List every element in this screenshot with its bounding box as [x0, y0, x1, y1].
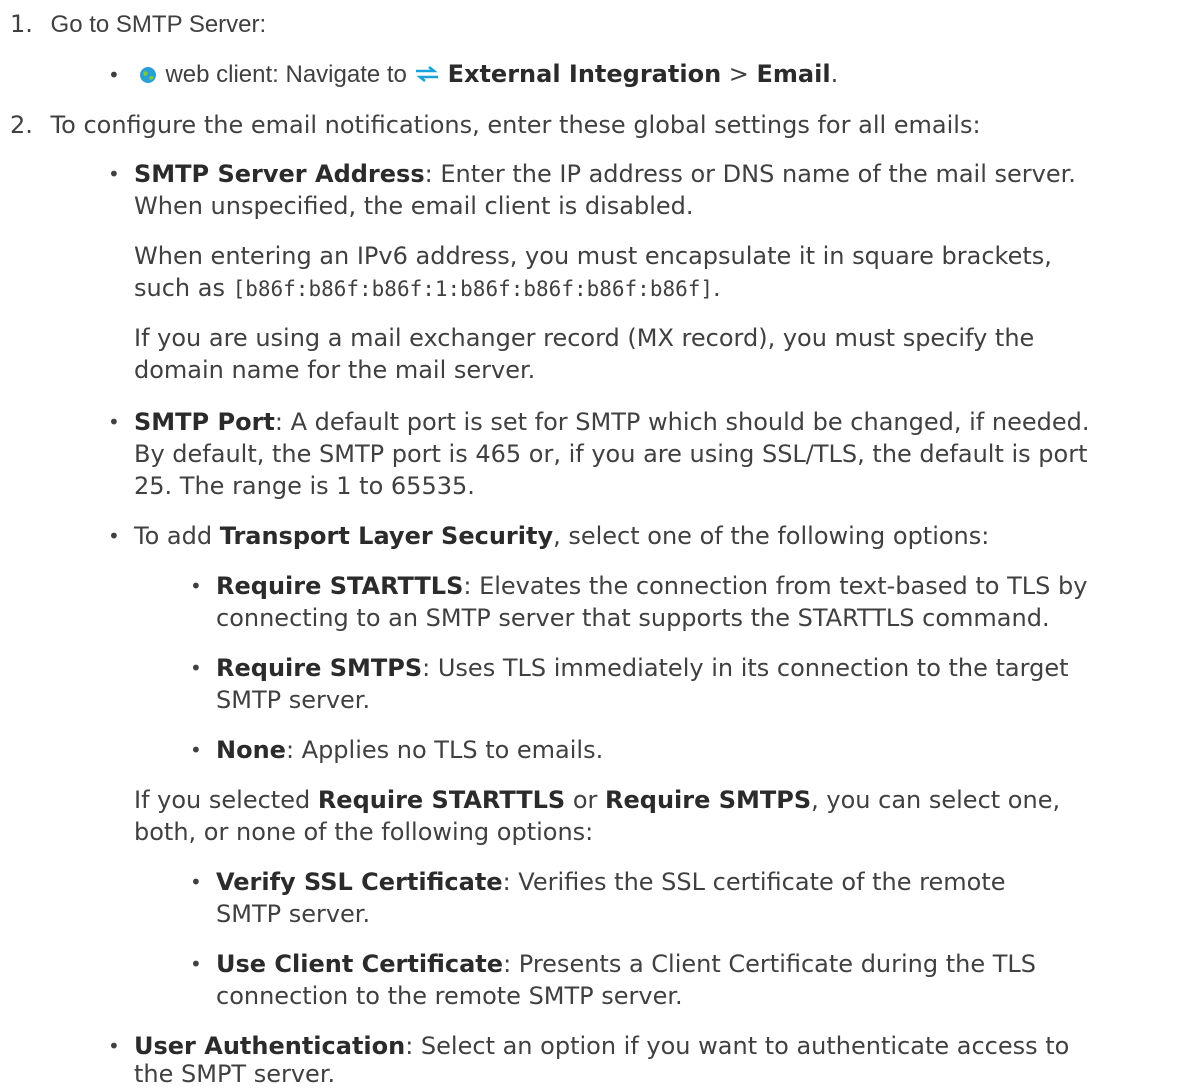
bullet: • [108, 1034, 120, 1058]
smtp-port-line-2: By default, the SMTP port is 465 or, if … [134, 440, 1088, 468]
bullet: • [190, 952, 202, 976]
cert-option-label: Use Client Certificate [216, 950, 504, 978]
if-or: or [565, 786, 605, 814]
tls-option-starttls-line-2: connecting to an SMTP server that suppor… [216, 604, 1050, 632]
smtp-port-desc: : A default port is set for SMTP which s… [274, 408, 1090, 436]
cert-option-verify-line-1: Verify SSL Certificate: Verifies the SSL… [216, 866, 1006, 898]
tls-option-desc: : Elevates the connection from text-base… [463, 572, 1088, 600]
cert-option-verify-line-2: SMTP server. [216, 900, 371, 928]
bullet: • [108, 410, 120, 434]
exchange-arrows-icon [415, 65, 438, 83]
step-number: 2. [10, 111, 33, 139]
tls-option-desc: : Applies no TLS to emails. [285, 736, 604, 764]
if-smtps: Require SMTPS [605, 786, 812, 814]
tls-option-smtps-line-2: SMTP server. [216, 686, 371, 714]
bullet: • [108, 162, 120, 186]
tls-option-desc: : Uses TLS immediately in its connection… [422, 654, 1069, 682]
bullet: • [190, 738, 202, 762]
tls-post: , select one of the following options: [553, 522, 990, 550]
step-2: 2. To configure the email notifications,… [10, 109, 981, 141]
tls-option-starttls-line-1: Require STARTTLS: Elevates the connectio… [216, 570, 1087, 602]
bullet: • [108, 63, 120, 87]
tls-intro: To add Transport Layer Security, select … [134, 520, 989, 552]
bullet: • [190, 574, 202, 598]
globe-icon [140, 67, 157, 83]
user-auth-label: User Authentication [134, 1032, 406, 1060]
mx-line-1: If you are using a mail exchanger record… [134, 324, 1035, 352]
smtp-port-label: SMTP Port [134, 408, 275, 436]
nav-external-integration: External Integration [447, 60, 722, 88]
cert-option-desc: : Presents a Client Certificate during t… [503, 950, 1037, 978]
ipv6-line-2: such as [b86f:b86f:b86f:1:b86f:b86f:b86f… [134, 272, 721, 305]
cert-option-client-line-1: Use Client Certificate: Presents a Clien… [216, 948, 1036, 980]
cert-option-label: Verify SSL Certificate [216, 868, 503, 896]
tls-option-none: None: Applies no TLS to emails. [216, 734, 603, 766]
bullet: • [190, 656, 202, 680]
nav-end: . [830, 60, 839, 88]
if-starttls: Require STARTTLS [317, 786, 566, 814]
tls-label: Transport Layer Security [219, 522, 554, 550]
tls-option-label: Require STARTTLS [216, 572, 464, 600]
bullet: • [108, 524, 120, 548]
cert-option-desc: : Verifies the SSL certificate of the re… [502, 868, 1006, 896]
tls-pre: To add [134, 522, 220, 550]
tls-option-label: None [216, 736, 286, 764]
ipv6-such: such as [134, 274, 233, 302]
smtp-address-desc: : Enter the IP address or DNS name of th… [424, 160, 1076, 188]
ipv6-end: . [713, 274, 721, 302]
bullet: • [190, 870, 202, 894]
smtp-port-line-1: SMTP Port: A default port is set for SMT… [134, 406, 1089, 438]
smtp-address-label: SMTP Server Address [134, 160, 425, 188]
tls-option-label: Require SMTPS [216, 654, 423, 682]
step-number: 1. [10, 10, 33, 38]
if-selected-line-1: If you selected Require STARTTLS or Requ… [134, 784, 1060, 816]
mx-line-2: domain name for the mail server. [134, 356, 536, 384]
step-1: 1. Go to SMTP Server: [10, 8, 266, 41]
step-text: Go to SMTP Server: [50, 11, 267, 38]
ipv6-example: [b86f:b86f:b86f:1:b86f:b86f:b86f:b86f] [232, 277, 714, 301]
smtp-address-line-1: SMTP Server Address: Enter the IP addres… [134, 158, 1076, 190]
smtp-address-line-2: When unspecified, the email client is di… [134, 192, 694, 220]
if-pre: If you selected [134, 786, 318, 814]
if-selected-line-2: both, or none of the following options: [134, 818, 594, 846]
nav-email: Email [756, 60, 831, 88]
smtp-port-line-3: 25. The range is 1 to 65535. [134, 472, 475, 500]
step-text: To configure the email notifications, en… [50, 111, 981, 139]
tls-option-smtps-line-1: Require SMTPS: Uses TLS immediately in i… [216, 652, 1069, 684]
ipv6-line-1: When entering an IPv6 address, you must … [134, 242, 1052, 270]
user-auth-line-2: the SMPT server. [134, 1060, 336, 1088]
if-post: , you can select one, [811, 786, 1061, 814]
web-client-text: web client: Navigate to [165, 61, 414, 88]
step-1-sub-item: • web client: Navigate to External Integ… [108, 58, 838, 91]
nav-separator: > [721, 60, 757, 88]
cert-option-client-line-2: connection to the remote SMTP server. [216, 982, 683, 1010]
user-auth-desc: : Select an option if you want to authen… [405, 1032, 1070, 1060]
